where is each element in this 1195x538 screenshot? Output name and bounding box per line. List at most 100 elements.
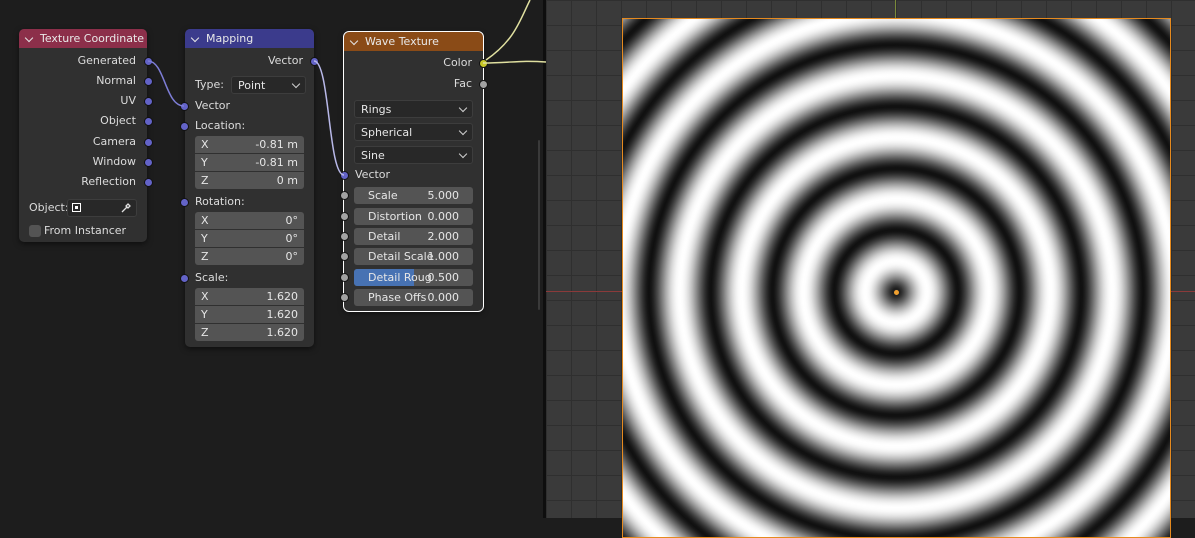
location-x-value: -0.81 m (255, 138, 298, 151)
scale-z-field[interactable]: Z 1.620 (195, 324, 304, 341)
socket-detail-roughness-in[interactable] (340, 273, 349, 282)
profile-dropdown[interactable]: Sine (354, 146, 473, 164)
rings-direction-value: Spherical (361, 125, 413, 139)
socket-normal-out[interactable] (144, 77, 153, 86)
rotation-x-value: 0° (285, 214, 299, 227)
socket-scale-in[interactable] (340, 191, 349, 200)
texture-coordinate-header[interactable]: Texture Coordinate (19, 29, 147, 48)
socket-detail-in[interactable] (340, 232, 349, 241)
slider-label: Distortion (368, 210, 422, 223)
rotation-x-field[interactable]: X 0° (195, 212, 304, 229)
output-fac: Fac (453, 77, 472, 90)
slider-label: Scale (368, 189, 398, 202)
textured-plane[interactable] (622, 18, 1171, 538)
location-label: Location: (195, 119, 246, 132)
scale-y-value: 1.620 (266, 308, 299, 321)
socket-scale-in[interactable] (180, 274, 189, 283)
socket-generated-out[interactable] (144, 57, 153, 66)
socket-phase-offset-in[interactable] (340, 293, 349, 302)
wave-input-slider-2[interactable]: Detail 2.000 (354, 228, 473, 245)
node-title: Texture Coordinate (40, 32, 145, 45)
object-origin[interactable] (893, 289, 900, 296)
socket-wave-vector-in[interactable] (340, 171, 349, 180)
node-title: Mapping (206, 32, 254, 45)
socket-color-out[interactable] (479, 59, 488, 68)
slider-value: 1.000 (427, 250, 460, 263)
collapse-chevron-icon[interactable] (191, 34, 201, 44)
socket-object-out[interactable] (144, 117, 153, 126)
socket-rotation-in[interactable] (180, 198, 189, 207)
socket-detail-scale-in[interactable] (340, 252, 349, 261)
wave-input-slider-0[interactable]: Scale 5.000 (354, 187, 473, 204)
mapping-header[interactable]: Mapping (185, 29, 314, 48)
slider-label: Detail (368, 230, 401, 243)
wave-input-slider-1[interactable]: Distortion 0.000 (354, 208, 473, 225)
output-camera: Camera (92, 135, 136, 148)
location-z-field[interactable]: Z 0 m (195, 172, 304, 189)
slider-value: 2.000 (427, 230, 460, 243)
output-color: Color (443, 56, 472, 69)
axis-label: Z (201, 250, 209, 263)
mapping-node[interactable]: Mapping Vector Type: Point Vector Locati… (185, 29, 314, 347)
rotation-label: Rotation: (195, 195, 245, 208)
chevron-down-icon (458, 103, 468, 112)
from-instancer-checkbox[interactable] (29, 225, 41, 237)
texture-coordinate-node[interactable]: Texture Coordinate Generated Normal UV O… (19, 29, 147, 242)
chevron-down-icon (458, 126, 468, 135)
slider-label: Phase Offs (368, 291, 427, 304)
node-title: Wave Texture (365, 35, 439, 48)
socket-camera-out[interactable] (144, 138, 153, 147)
y-axis-line (895, 0, 896, 18)
wave-rings-preview (623, 19, 1170, 537)
slider-label: Detail Roug (368, 271, 432, 284)
object-label: Object: (29, 201, 69, 214)
output-normal: Normal (96, 74, 136, 87)
socket-uv-out[interactable] (144, 97, 153, 106)
output-uv: UV (120, 94, 136, 107)
collapse-chevron-icon[interactable] (350, 37, 360, 47)
scale-y-field[interactable]: Y 1.620 (195, 306, 304, 323)
socket-location-in[interactable] (180, 122, 189, 131)
wave-input-slider-5[interactable]: Phase Offs 0.000 (354, 289, 473, 306)
wave-texture-node[interactable]: Wave Texture Color Fac Rings Spherical S… (343, 31, 484, 312)
rotation-z-field[interactable]: Z 0° (195, 248, 304, 265)
scale-x-field[interactable]: X 1.620 (195, 288, 304, 305)
wave-texture-header[interactable]: Wave Texture (344, 32, 483, 51)
axis-label: Z (201, 174, 209, 187)
eyedropper-icon[interactable] (120, 202, 132, 214)
node-editor[interactable]: Texture Coordinate Generated Normal UV O… (0, 0, 543, 518)
axis-label: Y (201, 232, 208, 245)
axis-label: Z (201, 326, 209, 339)
input-vector-label: Vector (195, 99, 231, 112)
type-value: Point (238, 78, 266, 92)
slider-label: Detail Scale (368, 250, 434, 263)
location-y-field[interactable]: Y -0.81 m (195, 154, 304, 171)
rings-direction-dropdown[interactable]: Spherical (354, 123, 473, 141)
slider-value: 5.000 (427, 189, 460, 202)
output-reflection: Reflection (81, 175, 136, 188)
input-vector-label: Vector (355, 168, 391, 181)
socket-distortion-in[interactable] (340, 212, 349, 221)
axis-label: X (201, 214, 209, 227)
location-x-field[interactable]: X -0.81 m (195, 136, 304, 153)
socket-window-out[interactable] (144, 158, 153, 167)
rotation-y-field[interactable]: Y 0° (195, 230, 304, 247)
type-dropdown[interactable]: Point (231, 76, 306, 94)
object-field[interactable] (67, 199, 137, 217)
from-instancer-label: From Instancer (44, 224, 127, 237)
socket-fac-out[interactable] (479, 80, 488, 89)
axis-label: Y (201, 156, 208, 169)
axis-label: X (201, 138, 209, 151)
wave-type-dropdown[interactable]: Rings (354, 100, 473, 118)
wave-input-slider-3[interactable]: Detail Scale 1.000 (354, 248, 473, 265)
socket-reflection-out[interactable] (144, 178, 153, 187)
location-z-value: 0 m (276, 174, 298, 187)
collapse-chevron-icon[interactable] (25, 34, 35, 44)
profile-value: Sine (361, 148, 385, 162)
editor-scrollbar[interactable] (538, 140, 540, 310)
wave-input-slider-4[interactable]: Detail Roug 0.500 (354, 269, 473, 286)
output-object: Object (100, 114, 136, 127)
socket-mapping-vector-in[interactable] (180, 102, 189, 111)
socket-mapping-vector-out[interactable] (310, 57, 319, 66)
type-label: Type: (195, 78, 224, 91)
